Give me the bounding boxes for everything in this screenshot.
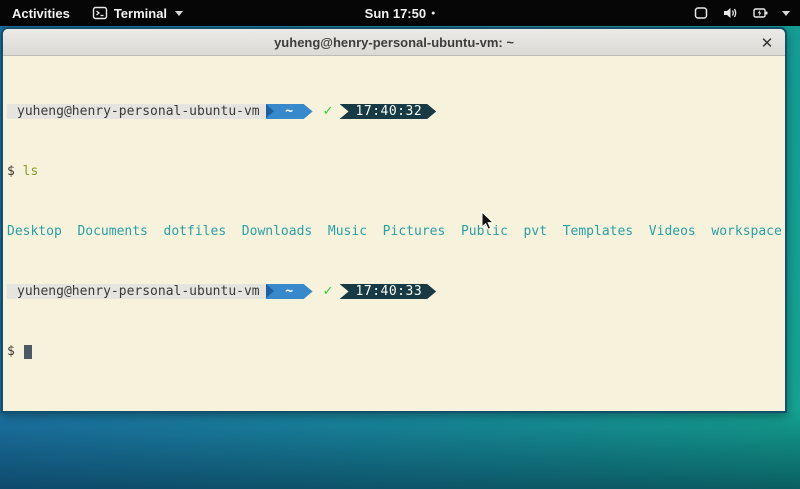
prompt-directory-segment: ~ — [266, 284, 313, 299]
chevron-down-icon — [782, 11, 790, 16]
close-button[interactable]: ✕ — [756, 29, 778, 56]
display-icon — [693, 5, 709, 21]
battery-charging-icon — [752, 5, 769, 21]
app-menu-caret-icon — [175, 11, 183, 16]
prompt-dollar: $ — [7, 344, 15, 359]
prompt-line-1: yuheng@henry-personal-ubuntu-vm~ ✓ 17:40:3… — [7, 104, 785, 119]
terminal-app-icon — [92, 5, 108, 21]
app-menu-button[interactable]: Terminal — [82, 0, 193, 26]
activities-button[interactable]: Activities — [0, 0, 82, 26]
terminal-cursor — [24, 345, 32, 359]
status-check-icon: ✓ — [323, 284, 334, 299]
app-menu-label: Terminal — [114, 6, 167, 21]
prompt-time-segment: 17:40:33 — [340, 284, 437, 299]
desktop-bottom-shade — [0, 409, 800, 489]
input-line: $ — [7, 344, 785, 359]
command-line: $ ls — [7, 164, 785, 179]
terminal-window: yuheng@henry-personal-ubuntu-vm: ~ ✕ yuh… — [1, 27, 787, 413]
prompt-dollar: $ — [7, 164, 15, 179]
clock[interactable]: Sun 17:50 — [365, 6, 426, 21]
command-text: ls — [23, 164, 39, 179]
volume-icon — [722, 5, 739, 21]
prompt-user-host: yuheng@henry-personal-ubuntu-vm — [7, 284, 266, 299]
window-title: yuheng@henry-personal-ubuntu-vm: ~ — [274, 35, 514, 50]
top-bar: Activities Terminal Sun 17:50 ● — [0, 0, 800, 26]
system-tray[interactable] — [689, 0, 794, 26]
notification-dot-icon: ● — [431, 10, 435, 17]
terminal-content[interactable]: yuheng@henry-personal-ubuntu-vm~✓17:40:3… — [3, 56, 785, 411]
prompt-line-2: yuheng@henry-personal-ubuntu-vm~ ✓ 17:40:3… — [7, 284, 785, 299]
prompt-directory-segment: ~ — [266, 104, 313, 119]
window-titlebar[interactable]: yuheng@henry-personal-ubuntu-vm: ~ ✕ — [3, 29, 785, 56]
ls-output: Desktop Documents dotfiles Downloads Mus… — [7, 224, 785, 239]
prompt-user-host: yuheng@henry-personal-ubuntu-vm — [7, 104, 266, 119]
prompt-time-segment: 17:40:32 — [340, 104, 437, 119]
status-check-icon: ✓ — [323, 104, 334, 119]
